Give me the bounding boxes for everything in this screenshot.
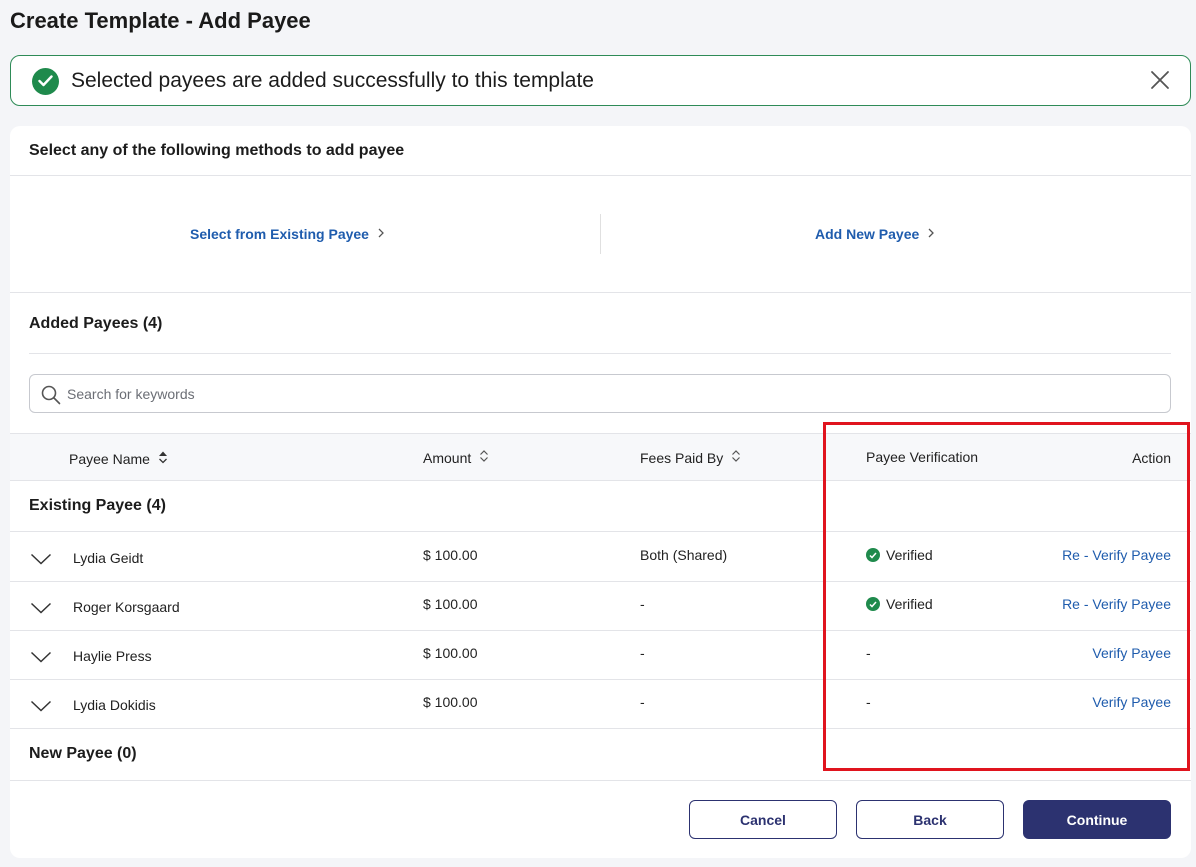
divider: [10, 175, 1191, 176]
methods-title: Select any of the following methods to a…: [29, 142, 405, 159]
add-new-payee-label: Add New Payee: [815, 226, 920, 242]
divider: [10, 780, 1191, 781]
existing-payee-group-row: Existing Payee (4): [10, 482, 1191, 532]
payee-amount: $ 100.00: [423, 547, 478, 563]
verify-payee-link[interactable]: Verify Payee: [1092, 694, 1171, 710]
search-box[interactable]: [29, 374, 1171, 413]
existing-payee-group-label: Existing Payee (4): [29, 497, 166, 514]
payee-verification-column-header: Payee Verification: [866, 449, 978, 465]
success-banner: Selected payees are added successfully t…: [10, 55, 1191, 106]
back-button[interactable]: Back: [856, 800, 1004, 839]
verification-status: -: [866, 694, 871, 710]
chevron-right-icon: [377, 226, 385, 242]
verification-label: Verified: [886, 596, 933, 612]
new-payee-group-row: New Payee (0): [10, 730, 1191, 780]
table-row: Roger Korsgaard $ 100.00 - Verified Re -…: [10, 582, 1191, 631]
verification-status: Verified: [866, 547, 933, 563]
fees-paid-by: Both (Shared): [640, 547, 728, 563]
cancel-button[interactable]: Cancel: [689, 800, 837, 839]
verification-header-label: Payee Verification: [866, 449, 979, 465]
verification-label: Verified: [886, 547, 933, 563]
search-input[interactable]: [67, 383, 1147, 405]
chevron-down-icon[interactable]: [30, 650, 52, 668]
table-row: Haylie Press $ 100.00 - - Verify Payee: [10, 631, 1191, 680]
sort-icon: [479, 449, 489, 466]
added-payees-title: Added Payees (4): [29, 315, 163, 332]
amount-header-label: Amount: [423, 449, 472, 466]
search-icon: [41, 385, 61, 405]
method-separator: [600, 214, 601, 254]
verification-label: -: [866, 645, 871, 661]
chevron-right-icon: [927, 226, 935, 242]
continue-button[interactable]: Continue: [1023, 800, 1171, 839]
divider: [10, 292, 1191, 293]
payee-name-column-header[interactable]: Payee Name: [69, 450, 168, 467]
fees-paid-by: -: [640, 596, 645, 612]
add-payee-card: Select any of the following methods to a…: [10, 126, 1191, 858]
fees-header-label: Fees Paid By: [640, 449, 724, 466]
amount-column-header[interactable]: Amount: [423, 449, 489, 466]
verified-check-icon: [866, 597, 880, 611]
sort-active-icon: [158, 450, 168, 467]
action-header-label: Action: [1132, 450, 1171, 466]
banner-message: Selected payees are added successfully t…: [71, 69, 594, 92]
table-header: Payee Name Amount Fees Paid By Payee Ver…: [10, 433, 1191, 481]
fees-paid-by-column-header[interactable]: Fees Paid By: [640, 449, 741, 466]
new-payee-group-label: New Payee (0): [29, 745, 137, 762]
payee-name: Haylie Press: [73, 648, 152, 664]
fees-paid-by: -: [640, 694, 645, 710]
payee-name: Lydia Dokidis: [73, 697, 156, 713]
verified-check-icon: [866, 548, 880, 562]
close-icon[interactable]: [1150, 70, 1170, 95]
select-existing-payee-label: Select from Existing Payee: [190, 226, 369, 242]
payee-amount: $ 100.00: [423, 596, 478, 612]
chevron-down-icon[interactable]: [30, 601, 52, 619]
select-existing-payee-link[interactable]: Select from Existing Payee: [190, 226, 385, 242]
page-title: Create Template - Add Payee: [10, 8, 311, 33]
re-verify-payee-link[interactable]: Re - Verify Payee: [1062, 547, 1171, 563]
sort-icon: [731, 449, 741, 466]
fees-paid-by: -: [640, 645, 645, 661]
verify-payee-link[interactable]: Verify Payee: [1092, 645, 1171, 661]
chevron-down-icon[interactable]: [30, 552, 52, 570]
add-new-payee-link[interactable]: Add New Payee: [815, 226, 935, 242]
table-row: Lydia Dokidis $ 100.00 - - Verify Payee: [10, 680, 1191, 729]
payee-amount: $ 100.00: [423, 694, 478, 710]
payee-name: Roger Korsgaard: [73, 599, 180, 615]
table-row: Lydia Geidt $ 100.00 Both (Shared) Verif…: [10, 533, 1191, 582]
chevron-down-icon[interactable]: [30, 699, 52, 717]
payee-name-header-label: Payee Name: [69, 450, 150, 467]
verification-status: Verified: [866, 596, 933, 612]
check-circle-icon: [32, 68, 59, 95]
payee-name: Lydia Geidt: [73, 550, 144, 566]
payee-amount: $ 100.00: [423, 645, 478, 661]
action-column-header: Action: [1132, 450, 1171, 466]
re-verify-payee-link[interactable]: Re - Verify Payee: [1062, 596, 1171, 612]
verification-label: -: [866, 694, 871, 710]
divider: [29, 353, 1171, 354]
verification-status: -: [866, 645, 871, 661]
